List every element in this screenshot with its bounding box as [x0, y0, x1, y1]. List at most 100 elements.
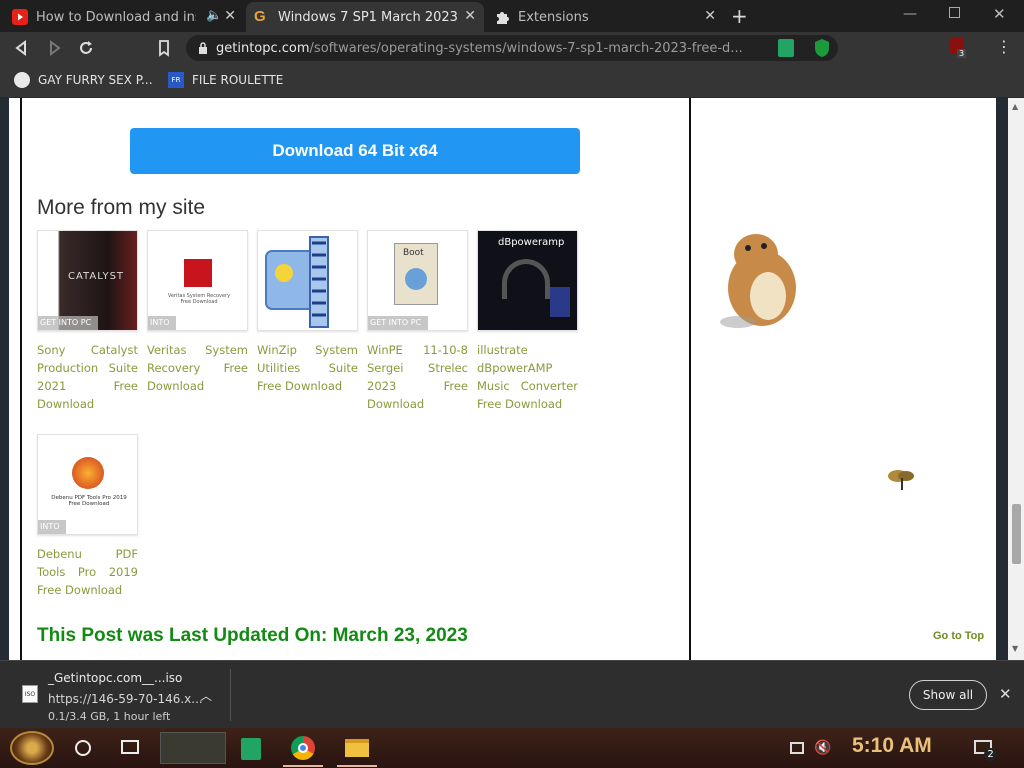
app-underline: [337, 765, 377, 767]
volume-muted-icon[interactable]: 🔇: [814, 740, 831, 756]
system-clock[interactable]: 5:10 AM: [852, 734, 932, 758]
bookmark-label: FILE ROULETTE: [192, 73, 284, 87]
watermark-badge: GET INTO PC: [38, 316, 98, 330]
page-right-border: [996, 98, 1008, 660]
app-underline: [283, 765, 323, 767]
close-tab-icon[interactable]: ✕: [704, 8, 716, 24]
more-from-site-heading: More from my site: [37, 196, 206, 219]
scroll-down-icon[interactable]: ▼: [1012, 644, 1018, 653]
close-window-icon[interactable]: ✕: [993, 5, 1006, 23]
download-file-url: https://146-59-70-146.x...: [48, 692, 203, 706]
download-shelf: ISO _Getintopc.com__...iso https://146-5…: [0, 660, 1024, 728]
url-path: /softwares/operating-systems/windows-7-s…: [309, 40, 743, 56]
tab-getintopc[interactable]: G Windows 7 SP1 March 2023 Fre ✕: [246, 2, 484, 32]
thumbnail-text: dBpoweramp: [498, 237, 565, 248]
scrollbar-thumb[interactable]: [1012, 504, 1021, 564]
close-shelf-icon[interactable]: ✕: [999, 685, 1012, 703]
shelf-divider: [230, 669, 231, 721]
new-tab-icon[interactable]: +: [731, 4, 748, 28]
shield-extension-icon[interactable]: [814, 38, 830, 62]
thumbnail-text: CATALYST: [68, 271, 125, 282]
tab-title: How to Download and install: [36, 9, 196, 25]
bookmark-item[interactable]: FR FILE ROULETTE: [168, 72, 283, 88]
debenu-logo-icon: [72, 457, 104, 489]
file-roulette-icon: FR: [168, 72, 184, 88]
close-tab-icon[interactable]: ✕: [464, 8, 476, 24]
youtube-icon: [12, 9, 28, 25]
post-thumbnail[interactable]: Boot GET INTO PC: [367, 230, 468, 331]
post-link[interactable]: Veritas System Recovery Free Download: [147, 341, 248, 395]
sheets-extension-icon[interactable]: [778, 39, 794, 57]
page-left-border: [0, 98, 9, 660]
related-post-card[interactable]: dBpoweramp illustrate dBpowerAMP Music C…: [477, 230, 578, 413]
moth-image: [888, 470, 914, 490]
related-post-card[interactable]: Boot GET INTO PC WinPE 11-10-8 Sergei St…: [367, 230, 468, 413]
taskbar: 🔇 5:10 AM 2: [0, 728, 1024, 768]
reload-icon[interactable]: [76, 38, 96, 58]
related-post-card[interactable]: Veritas System Recovery Free Download IN…: [147, 230, 248, 395]
url-host: getintopc.com: [216, 40, 310, 56]
task-view-icon[interactable]: [121, 740, 139, 754]
go-to-top-link[interactable]: Go to Top: [933, 630, 984, 642]
headphones-icon: [502, 259, 550, 299]
bookmark-icon[interactable]: [154, 38, 174, 58]
scroll-up-icon[interactable]: ▲: [1012, 102, 1018, 111]
tab-extensions[interactable]: Extensions ✕: [486, 2, 724, 32]
show-all-button[interactable]: Show all: [909, 680, 987, 710]
download-progress-text: 0.1/3.4 GB, 1 hour left: [48, 710, 171, 723]
post-thumbnail[interactable]: dBpoweramp: [477, 230, 578, 331]
address-bar[interactable]: getintopc.com/softwares/operating-system…: [186, 35, 838, 61]
close-tab-icon[interactable]: ✕: [224, 8, 236, 24]
download-64bit-button[interactable]: Download 64 Bit x64: [130, 128, 580, 174]
thumbnail-text: Veritas System Recovery Free Download: [167, 293, 231, 305]
post-link[interactable]: Debenu PDF Tools Pro 2019 Free Download: [37, 545, 138, 599]
chrome-taskbar-icon[interactable]: [291, 736, 315, 760]
start-button[interactable]: [10, 731, 54, 765]
page-scrollbar[interactable]: ▲ ▼: [1008, 98, 1024, 660]
network-icon[interactable]: [790, 742, 804, 754]
post-thumbnail[interactable]: Debenu PDF Tools Pro 2019 Free Download …: [37, 434, 138, 535]
speaker-icon[interactable]: 🔈: [206, 8, 222, 23]
boot-box-icon: Boot: [394, 243, 438, 305]
thumbnail-text: Boot: [403, 248, 424, 258]
bookmark-item[interactable]: GAY FURRY SEX P...: [14, 72, 153, 88]
ublock-count: 3: [957, 49, 967, 58]
bookmark-label: GAY FURRY SEX P...: [38, 73, 153, 87]
chevron-up-icon[interactable]: ︿: [200, 687, 212, 704]
tab-strip: How to Download and install 🔈 ✕ G Window…: [0, 0, 1024, 32]
watermark-badge: GET INTO PC: [368, 316, 428, 330]
post-link[interactable]: WinZip System Utilities Suite Free Downl…: [257, 341, 358, 395]
bookmarks-bar: GAY FURRY SEX P... FR FILE ROULETTE: [0, 64, 1024, 98]
browser-toolbar: getintopc.com/softwares/operating-system…: [0, 32, 1024, 64]
menu-icon[interactable]: ⋮: [996, 37, 1012, 56]
sheets-taskbar-icon[interactable]: [241, 738, 261, 760]
post-thumbnail[interactable]: CATALYST GET INTO PC: [37, 230, 138, 331]
forward-icon[interactable]: [44, 38, 64, 58]
paw-icon: [14, 72, 30, 88]
cortana-icon[interactable]: [75, 740, 91, 756]
minimize-icon[interactable]: —: [903, 6, 917, 22]
related-post-card[interactable]: CATALYST GET INTO PC Sony Catalyst Produ…: [37, 230, 138, 413]
iso-file-icon: ISO: [22, 685, 38, 703]
thumbnail-text: Debenu PDF Tools Pro 2019 Free Download: [51, 495, 127, 507]
post-thumbnail[interactable]: Veritas System Recovery Free Download IN…: [147, 230, 248, 331]
puzzle-icon: [494, 9, 510, 25]
getintopc-icon: G: [254, 8, 266, 25]
related-post-card[interactable]: Debenu PDF Tools Pro 2019 Free Download …: [37, 434, 138, 599]
post-link[interactable]: WinPE 11-10-8 Sergei Strelec 2023 Free D…: [367, 341, 468, 413]
watermark-badge: INTO PC: [38, 520, 66, 534]
post-link[interactable]: illustrate dBpowerAMP Music Converter Fr…: [477, 341, 578, 413]
tab-youtube[interactable]: How to Download and install 🔈 ✕: [4, 2, 244, 32]
restore-icon[interactable]: [949, 7, 960, 18]
download-file-name: _Getintopc.com__...iso: [48, 671, 183, 685]
veritas-logo-icon: [184, 259, 212, 287]
post-link[interactable]: Sony Catalyst Production Suite 2021 Free…: [37, 341, 138, 413]
back-icon[interactable]: [12, 38, 32, 58]
file-explorer-icon[interactable]: [345, 739, 369, 757]
post-thumbnail[interactable]: [257, 230, 358, 331]
lock-icon: [198, 42, 208, 54]
related-post-card[interactable]: WinZip System Utilities Suite Free Downl…: [257, 230, 358, 395]
taskbar-search-box[interactable]: [160, 732, 226, 764]
tab-title: Windows 7 SP1 March 2023 Fre: [278, 9, 462, 25]
winzip-logo-icon: [265, 236, 329, 328]
